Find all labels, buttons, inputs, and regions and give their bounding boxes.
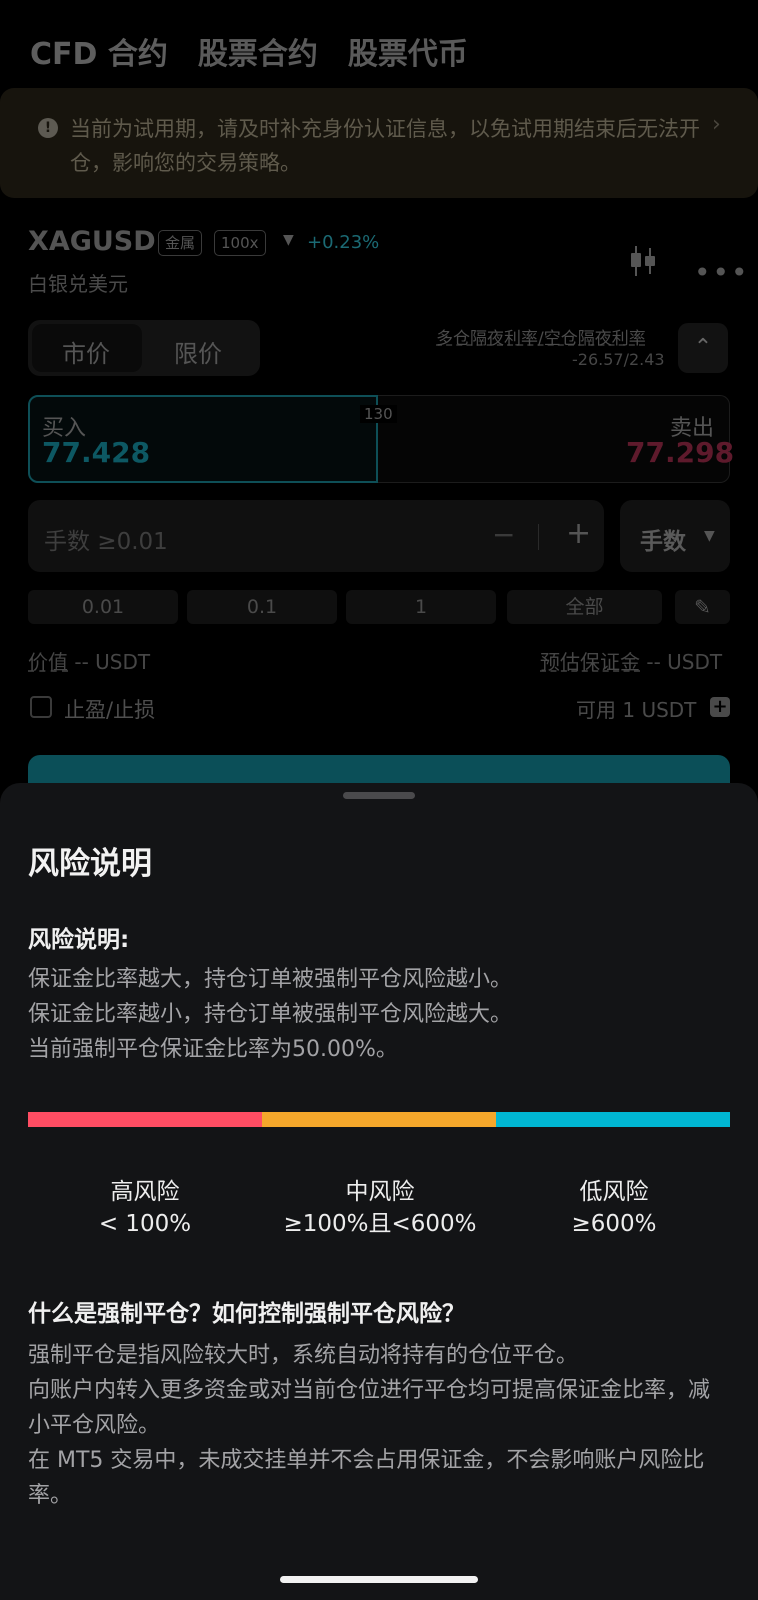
risk-description-text: 保证金比率越大，持仓订单被强制平仓风险越小。 保证金比率越小，持仓订单被强制平仓… — [28, 962, 728, 1067]
risk-line: 保证金比率越小，持仓订单被强制平仓风险越大。 — [28, 1002, 513, 1027]
overnight-rate-values: -26.57/2.43 — [572, 350, 665, 369]
increase-button[interactable]: + — [566, 516, 591, 551]
trial-notice-text: 当前为试用期，请及时补充身份认证信息，以免试用期结束后无法开仓，影响您的交易策略… — [70, 117, 700, 175]
liquidation-line: 向账户内转入更多资金或对当前仓位进行平仓均可提高保证金比率，减小平仓风险。 — [28, 1378, 711, 1438]
price-change: +0.23% — [307, 232, 380, 253]
mid-risk-bar — [262, 1112, 496, 1127]
value-label[interactable]: 价值 — [28, 650, 68, 674]
spread-value: 130 — [360, 405, 397, 423]
risk-line: 当前强制平仓保证金比率为50.00%。 — [28, 1037, 398, 1062]
liquidation-text: 强制平仓是指风险较大时，系统自动将持有的仓位平仓。 向账户内转入更多资金或对当前… — [28, 1338, 728, 1513]
value-info: 价值 -- USDT — [28, 646, 150, 675]
decrease-button[interactable]: − — [492, 518, 515, 551]
quick-amount-0.01[interactable]: 0.01 — [28, 590, 178, 624]
quantity-placeholder: 手数 ≥0.01 — [44, 529, 168, 555]
category-tag: 金属 — [158, 230, 203, 256]
value-amount: -- USDT — [74, 650, 151, 674]
risk-description-title: 风险说明: — [28, 927, 130, 953]
tpsl-checkbox[interactable] — [30, 696, 52, 718]
margin-amount: -- USDT — [646, 650, 723, 674]
overnight-rate-title[interactable]: 多仓隔夜利率/空仓隔夜利率 — [436, 324, 646, 349]
liquidation-title: 什么是强制平仓？如何控制强制平仓风险？ — [28, 1301, 465, 1327]
liquidation-line: 强制平仓是指风险较大时，系统自动将持有的仓位平仓。 — [28, 1343, 579, 1368]
level-range: ≥600% — [571, 1211, 657, 1237]
contract-tabs: CFD 合约 股票合约 股票代币 — [30, 28, 468, 74]
symbol-name: 白银兑美元 — [28, 272, 128, 296]
level-range: ≥100%且<600% — [283, 1211, 477, 1237]
sheet-title: 风险说明 — [28, 846, 152, 882]
high-risk-level: 高风险 < 100% — [25, 1176, 265, 1240]
leverage-tag: 100x — [214, 230, 266, 256]
tpsl-label[interactable]: 止盈/止损 — [64, 694, 155, 724]
available-balance: 可用 1 USDT — [576, 698, 697, 722]
alert-icon: ! — [38, 118, 58, 138]
low-risk-bar — [496, 1112, 730, 1127]
buy-price: 77.428 — [42, 436, 151, 469]
quick-amount-all[interactable]: 全部 — [507, 590, 662, 624]
collapse-button[interactable]: ⌃ — [678, 323, 728, 373]
level-name: 中风险 — [345, 1179, 415, 1205]
level-name: 高风险 — [110, 1179, 180, 1205]
sell-price: 77.298 — [626, 436, 735, 469]
order-type-limit[interactable]: 限价 — [174, 334, 222, 369]
symbol-code[interactable]: XAGUSD — [28, 226, 156, 257]
candlestick-icon[interactable] — [628, 244, 658, 278]
quick-amount-1[interactable]: 1 — [346, 590, 496, 624]
level-name: 低风险 — [579, 1179, 649, 1205]
tab-cfd[interactable]: CFD 合约 — [30, 29, 168, 73]
liquidation-line: 在 MT5 交易中，未成交挂单并不会占用保证金，不会影响账户风险比率。 — [28, 1448, 705, 1508]
caret-down-icon[interactable]: ▼ — [283, 232, 294, 248]
high-risk-bar — [28, 1112, 262, 1127]
caret-down-icon: ▼ — [704, 528, 715, 544]
margin-info: 预估保证金 -- USDT — [540, 646, 722, 675]
margin-label[interactable]: 预估保证金 — [540, 650, 640, 674]
tab-stock-token[interactable]: 股票代币 — [348, 29, 468, 73]
sheet-drag-handle[interactable] — [343, 792, 415, 799]
home-indicator[interactable] — [280, 1576, 478, 1583]
edit-icon[interactable]: ✎ — [675, 590, 730, 624]
risk-line: 保证金比率越大，持仓订单被强制平仓风险越小。 — [28, 967, 513, 992]
level-range: < 100% — [98, 1211, 192, 1237]
quick-amount-0.1[interactable]: 0.1 — [187, 590, 337, 624]
low-risk-level: 低风险 ≥600% — [494, 1176, 734, 1240]
mid-risk-level: 中风险 ≥100%且<600% — [260, 1176, 500, 1240]
add-funds-icon[interactable]: + — [710, 697, 730, 717]
order-type-market[interactable]: 市价 — [62, 334, 110, 369]
chevron-right-icon: › — [712, 112, 721, 137]
tab-stock-contract[interactable]: 股票合约 — [198, 29, 318, 73]
stepper-divider — [538, 524, 539, 550]
more-options-icon[interactable]: ••• — [694, 256, 750, 289]
unit-label: 手数 — [640, 529, 686, 555]
